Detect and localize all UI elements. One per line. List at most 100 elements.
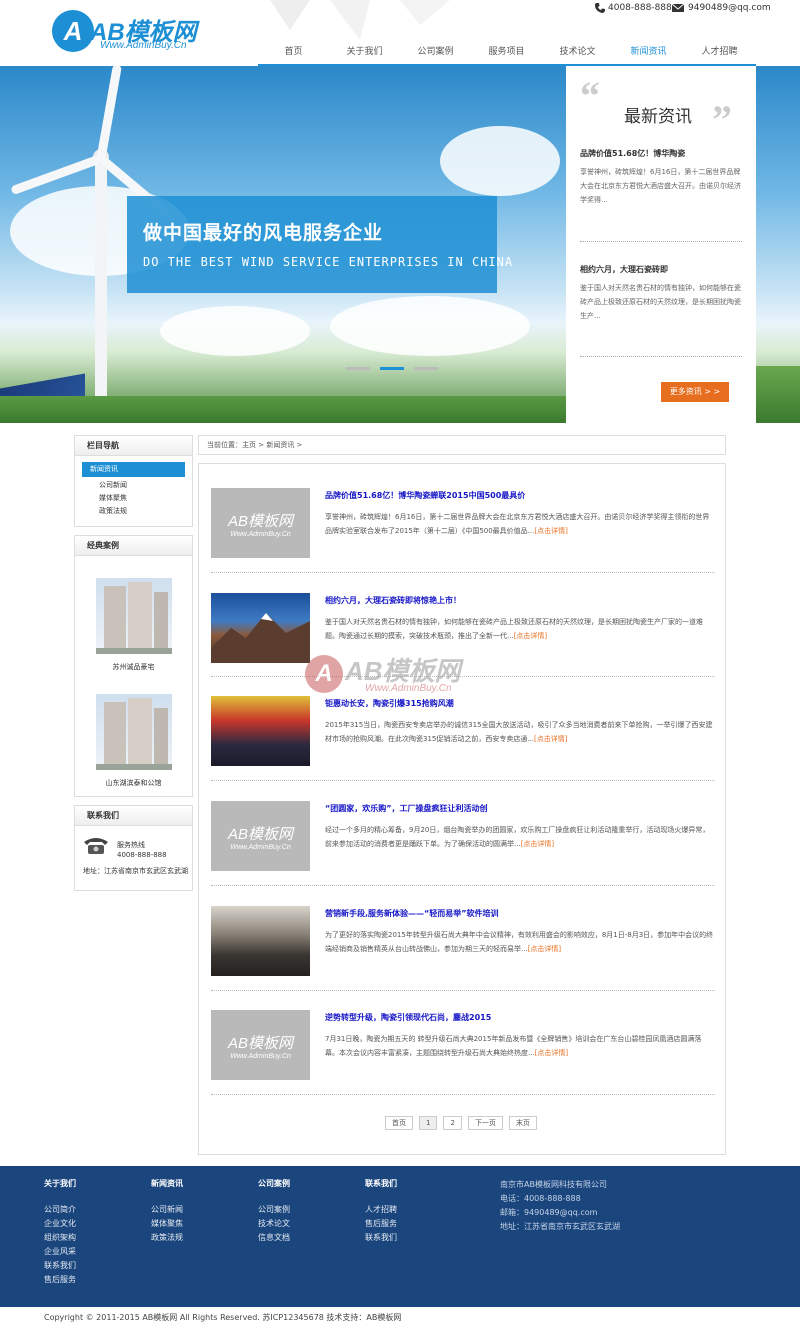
hotline-number: 4008-888-888	[117, 851, 167, 859]
close-quote-icon: ”	[712, 97, 732, 142]
logo-subtext: Www.AdminBuy.Cn	[100, 40, 187, 51]
footer-col-news: 新闻资讯 公司新闻 媒体聚焦 政策法规	[151, 1178, 183, 1245]
nav-home[interactable]: 首页	[258, 42, 329, 64]
column-nav-title: 栏目导航	[75, 436, 192, 456]
hero-caption: 做中国最好的风电服务企业 DO THE BEST WIND SERVICE EN…	[127, 196, 514, 293]
article-summary: 为了更好的落实陶瓷2015年转型升级石尚大典年中会议精神，有效利用盛会的影响效应…	[325, 931, 714, 953]
sidebar-item-media[interactable]: 媒体聚焦	[75, 492, 192, 505]
slider-dot-1[interactable]	[346, 367, 370, 370]
divider	[211, 885, 715, 886]
more-news-button[interactable]: 更多资讯 > >	[661, 382, 729, 402]
read-more-link[interactable]: [点击详情]	[528, 945, 561, 953]
article-thumbnail: AB模板网 Www.AdminBuy.Cn	[211, 1010, 310, 1080]
article-title[interactable]: 钜惠动长安，陶瓷引爆315抢购风潮	[325, 698, 454, 709]
footer-company-info: 南京市AB模板网科技有限公司 电话：4008-888-888 邮箱：949048…	[500, 1180, 620, 1231]
slider-dot-2[interactable]	[380, 367, 404, 370]
page-1-button[interactable]: 1	[419, 1116, 438, 1130]
article-thumbnail: AB模板网 Www.AdminBuy.Cn	[211, 801, 310, 871]
hero-title: 做中国最好的风电服务企业	[143, 222, 384, 244]
page-2-button[interactable]: 2	[443, 1116, 462, 1130]
article-title[interactable]: 相约六月，大理石瓷砖即将惊艳上市！	[325, 595, 461, 606]
article-summary: 鉴于国人对天然名贵石材的情有独钟，如何能够在瓷砖产品上极致还原石材的天然纹理，是…	[325, 618, 703, 640]
divider	[211, 990, 715, 991]
footer-link[interactable]: 公司案例	[258, 1203, 290, 1217]
hotline-label: 服务热线	[117, 841, 145, 849]
article-title[interactable]: 营销新手段,服务新体验——“轻而易举”软件培训	[325, 908, 499, 919]
page-next-button[interactable]: 下一页	[467, 1116, 503, 1130]
mail-icon	[672, 4, 684, 12]
hero-subtitle: DO THE BEST WIND SERVICE ENTERPRISES IN …	[143, 255, 514, 269]
article-title[interactable]: 逆势转型升级，陶瓷引领现代石尚，鏖战2015	[325, 1012, 491, 1023]
footer-link[interactable]: 媒体聚焦	[151, 1217, 183, 1231]
article-item[interactable]: 营销新手段,服务新体验——“轻而易举”软件培训 为了更好的落实陶瓷2015年转型…	[211, 906, 715, 978]
footer-link[interactable]: 售后服务	[365, 1217, 397, 1231]
page-last-button[interactable]: 末页	[508, 1116, 537, 1130]
article-item[interactable]: 钜惠动长安，陶瓷引爆315抢购风潮 2015年315当日，陶瓷西安专卖店举办的诚…	[211, 696, 715, 768]
contact-box: 联系我们 服务热线 4008-888-888 地址：江苏省南京市玄武区玄武湖	[74, 805, 193, 891]
article-item[interactable]: 相约六月，大理石瓷砖即将惊艳上市！ 鉴于国人对天然名贵石材的情有独钟，如何能够在…	[211, 593, 715, 665]
open-quote-icon: “	[580, 73, 600, 118]
read-more-link[interactable]: [点击详情]	[514, 632, 547, 640]
read-more-link[interactable]: [点击详情]	[534, 735, 567, 743]
cloud	[330, 296, 530, 356]
latest-news-item[interactable]: 品牌价值51.68亿！博华陶瓷 享誉神州，砖筑辉煌！6月16日，第十二届世界品牌…	[580, 148, 742, 207]
footer-link[interactable]: 公司新闻	[151, 1203, 183, 1217]
footer-link[interactable]: 联系我们	[365, 1231, 397, 1245]
footer-link[interactable]: 人才招聘	[365, 1203, 397, 1217]
page-first-button[interactable]: 首页	[385, 1116, 413, 1130]
read-more-link[interactable]: [点击详情]	[521, 840, 554, 848]
nav-cases[interactable]: 公司案例	[400, 42, 471, 64]
article-summary: 7月31日晚，陶瓷为期五天的 转型升级石尚大典2015年新品发布暨《全牌销售》培…	[325, 1035, 702, 1057]
footer-link[interactable]: 售后服务	[44, 1273, 76, 1287]
article-list: AB模板网 Www.AdminBuy.Cn 品牌价值51.68亿！博华陶瓷蝉联20…	[198, 463, 726, 1155]
nav-papers[interactable]: 技术论文	[542, 42, 613, 64]
article-item[interactable]: AB模板网 Www.AdminBuy.Cn “团圆家，欢乐购”，工厂操盘疯狂让利活…	[211, 801, 715, 873]
read-more-link[interactable]: [点击详情]	[534, 527, 567, 535]
phone-icon	[595, 3, 605, 13]
case-label: 山东湖滨泰和公馆	[105, 779, 162, 787]
breadcrumb: 当前位置：主页 > 新闻资讯 >	[198, 435, 726, 455]
nav-about[interactable]: 关于我们	[329, 42, 400, 64]
footer-link[interactable]: 企业风采	[44, 1245, 76, 1259]
divider	[211, 676, 715, 677]
slider-dot-3[interactable]	[414, 367, 438, 370]
turbine-mast	[95, 156, 107, 423]
site-logo[interactable]: A AB模板网 Www.AdminBuy.Cn	[52, 10, 232, 56]
latest-news-panel: “ ” 最新资讯 品牌价值51.68亿！博华陶瓷 享誉神州，砖筑辉煌！6月16日…	[566, 66, 756, 423]
latest-news-item[interactable]: 相约六月，大理石瓷砖即 鉴于国人对天然名贵石材的情有独钟，如何能够在瓷砖产品上极…	[580, 264, 742, 323]
divider	[211, 572, 715, 573]
article-title[interactable]: “团圆家，欢乐购”，工厂操盘疯狂让利活动创	[325, 803, 488, 814]
divider	[580, 356, 742, 357]
article-summary: 2015年315当日，陶瓷西安专卖店举办的诚信315全国大放送活动，吸引了众多当…	[325, 721, 713, 743]
article-summary: 经过一个多月的精心筹备，9月20日，烟台陶瓷举办的团圆家，欢乐购工厂操盘疯狂让利…	[325, 826, 710, 848]
article-item[interactable]: AB模板网 Www.AdminBuy.Cn 品牌价值51.68亿！博华陶瓷蝉联20…	[211, 488, 715, 560]
case-item[interactable]: 山东湖滨泰和公馆	[75, 680, 192, 796]
copyright: Copyright © 2011-2015 AB模板网 All Rights R…	[44, 1313, 402, 1322]
article-thumbnail-meeting	[211, 906, 310, 976]
read-more-link[interactable]: [点击详情]	[535, 1049, 568, 1057]
sidebar-item-company-news[interactable]: 公司新闻	[75, 479, 192, 492]
article-item[interactable]: AB模板网 Www.AdminBuy.Cn 逆势转型升级，陶瓷引领现代石尚，鏖战2…	[211, 1010, 715, 1082]
footer-col-contact: 联系我们 人才招聘 售后服务 联系我们	[365, 1178, 397, 1245]
footer-link[interactable]: 联系我们	[44, 1259, 76, 1273]
cases-box: 经典案例 苏州诚品豪宅 山东湖滨泰和公馆	[74, 535, 193, 797]
pagination: 首页 1 2 下一页 末页	[385, 1116, 537, 1130]
tree-line	[0, 396, 566, 423]
article-title[interactable]: 品牌价值51.68亿！博华陶瓷蝉联2015中国500最具价	[325, 490, 525, 501]
sidebar-item-policy[interactable]: 政策法规	[75, 505, 192, 526]
footer-link[interactable]: 技术论文	[258, 1217, 290, 1231]
latest-news-head: 品牌价值51.68亿！博华陶瓷	[580, 149, 686, 158]
nav-news[interactable]: 新闻资讯	[613, 42, 684, 64]
sidebar-item-news[interactable]: 新闻资讯	[82, 462, 185, 477]
site-footer: 关于我们 公司简介 企业文化 组织架构 企业风采 联系我们 售后服务 新闻资讯 …	[0, 1166, 800, 1307]
footer-link[interactable]: 政策法规	[151, 1231, 183, 1245]
footer-link[interactable]: 企业文化	[44, 1217, 76, 1231]
footer-link[interactable]: 公司简介	[44, 1203, 76, 1217]
case-item[interactable]: 苏州诚品豪宅	[75, 556, 192, 680]
footer-link[interactable]: 信息文档	[258, 1231, 290, 1245]
footer-link[interactable]: 组织架构	[44, 1231, 76, 1245]
nav-jobs[interactable]: 人才招聘	[684, 42, 755, 64]
contact-address: 地址：江苏省南京市玄武区玄武湖	[83, 867, 188, 875]
latest-news-text: 享誉神州，砖筑辉煌！6月16日，第十二届世界品牌大会在北京东方君悦大酒店盛大召开…	[580, 168, 741, 204]
nav-services[interactable]: 服务项目	[471, 42, 542, 64]
